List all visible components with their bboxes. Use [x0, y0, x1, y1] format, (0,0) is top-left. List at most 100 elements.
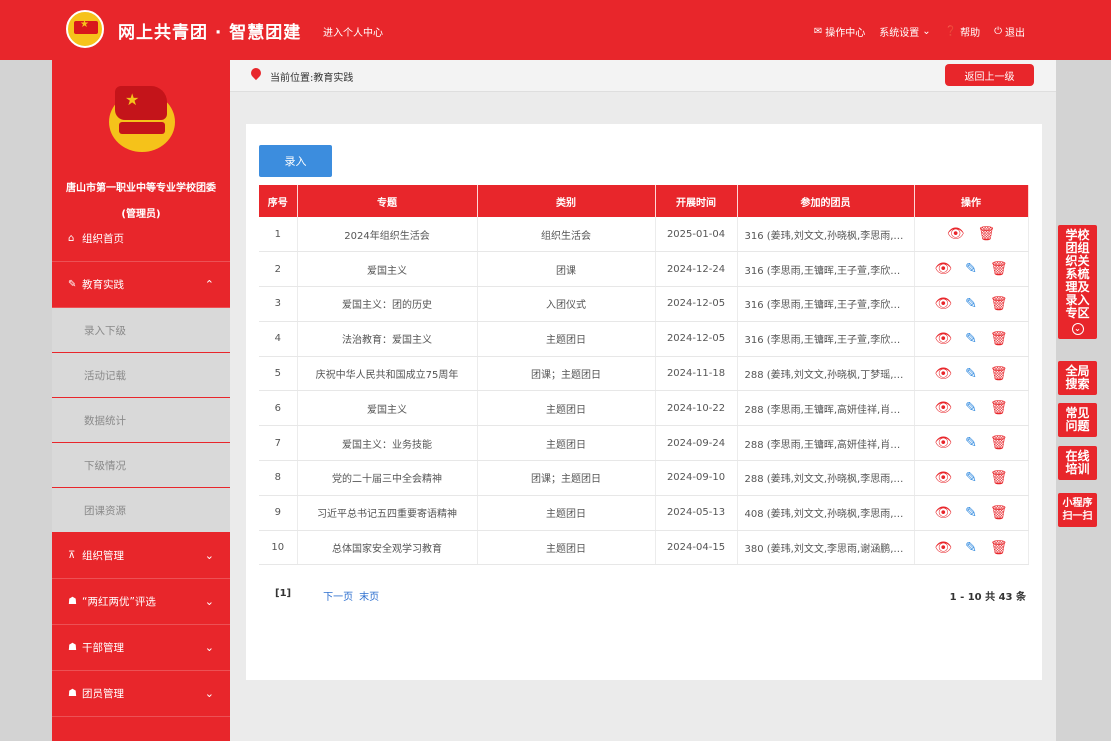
cell-category: 团课；主题团日 — [477, 460, 656, 496]
cell-date: 2024-12-05 — [655, 321, 738, 357]
cell-topic: 爱国主义 — [297, 251, 478, 288]
cell-topic: 爱国主义：团的历史 — [297, 286, 478, 322]
cell-category: 入团仪式 — [477, 286, 656, 322]
col-header-category: 类别 — [477, 185, 656, 217]
table-row: 4 法治教育：爱国主义 主题团日 2024-12-05 316 (李思雨,王镛晖,王子萱… — [259, 321, 1029, 357]
float-training-button[interactable]: 在线培训 — [1058, 446, 1097, 480]
cell-date: 2024-12-05 — [655, 286, 738, 322]
cell-actions: 👁 ✎ 🗑 — [914, 390, 1029, 427]
cell-date: 2024-09-24 — [655, 425, 738, 462]
col-header-date: 开展时间 — [655, 185, 738, 217]
edit-icon[interactable]: ✎ — [965, 366, 977, 382]
delete-trash-icon[interactable]: 🗑 — [990, 331, 1008, 347]
chevron-down-icon: ⌄ — [922, 26, 931, 37]
edit-icon[interactable]: ✎ — [965, 540, 977, 556]
view-eye-icon[interactable]: 👁 — [934, 331, 952, 347]
sidebar-subitem-stats[interactable]: 数据统计 — [52, 398, 230, 443]
league-logo: ★ — [66, 10, 104, 48]
view-eye-icon[interactable]: 👁 — [934, 470, 952, 486]
sidebar-item-home[interactable]: ⌂ 组织首页 — [52, 216, 230, 262]
system-settings-menu[interactable]: 系统设置 ⌄ — [879, 24, 930, 39]
float-global-search-button[interactable]: 全局搜索 — [1058, 361, 1097, 395]
sidebar-subitem-entry[interactable]: 录入下级 — [52, 308, 230, 353]
delete-trash-icon[interactable]: 🗑 — [990, 296, 1008, 312]
edit-icon[interactable]: ✎ — [965, 505, 977, 521]
sidebar-item-cadres[interactable]: ☗ 干部管理 ⌄ — [52, 625, 230, 671]
delete-trash-icon[interactable]: 🗑 — [978, 226, 996, 242]
view-eye-icon[interactable]: 👁 — [934, 505, 952, 521]
view-eye-icon[interactable]: 👁 — [947, 226, 965, 242]
cell-category: 主题团日 — [477, 530, 656, 566]
cell-no: 7 — [259, 425, 298, 462]
edit-icon[interactable]: ✎ — [965, 331, 977, 347]
cell-topic: 法治教育：爱国主义 — [297, 321, 478, 357]
sitemap-icon: ⊼ — [68, 550, 76, 561]
personal-center-link[interactable]: 进入个人中心 — [323, 24, 383, 39]
cell-actions: 👁 ✎ 🗑 — [914, 321, 1029, 357]
sidebar-item-org[interactable]: ⊼ 组织管理 ⌄ — [52, 533, 230, 579]
edit-icon[interactable]: ✎ — [965, 400, 977, 416]
cell-topic: 总体国家安全观学习教育 — [297, 530, 478, 566]
cell-no: 6 — [259, 390, 298, 427]
sidebar-subitem-resources[interactable]: 团课资源 — [52, 488, 230, 533]
location-bar: 当前位置:教育实践 返回上一级 — [230, 60, 1056, 92]
cell-category: 团课 — [477, 251, 656, 288]
delete-trash-icon[interactable]: 🗑 — [990, 261, 1008, 277]
delete-trash-icon[interactable]: 🗑 — [990, 400, 1008, 416]
sidebar-subitem-subordinates[interactable]: 下级情况 — [52, 443, 230, 488]
view-eye-icon[interactable]: 👁 — [934, 400, 952, 416]
col-header-no: 序号 — [259, 185, 298, 217]
cell-actions: 👁 ✎ 🗑 — [914, 495, 1029, 531]
cell-members: 288 (李思雨,王镛晖,高妍佳祥,肖… — [737, 425, 915, 462]
float-faq-button[interactable]: 常见问题 — [1058, 403, 1097, 437]
cell-category: 主题团日 — [477, 495, 656, 531]
app-title: 网上共青团 · 智慧团建 — [118, 23, 302, 43]
float-org-relations-button[interactable]: 学校团组织关系梳理及录入专区 ⌄ — [1058, 225, 1097, 339]
cell-date: 2025-01-04 — [655, 217, 738, 253]
content-panel: 录入 序号 专题 类别 开展时间 参加的团员 操作 1 2024年组织生活会 组织生… — [246, 124, 1042, 680]
table-row: 2 爱国主义 团课 2024-12-24 316 (李思雨,王镛晖,王子萱,李欣… 👁 ✎ 🗑 — [259, 251, 1029, 288]
users-icon: ☗ — [68, 642, 77, 653]
power-icon: ⏻ — [994, 26, 1002, 37]
view-eye-icon[interactable]: 👁 — [934, 540, 952, 556]
sidebar-subitem-activity[interactable]: 活动记载 — [52, 353, 230, 398]
table-header-row: 序号 专题 类别 开展时间 参加的团员 操作 — [259, 185, 1029, 217]
cell-members: 316 (李思雨,王镛晖,王子萱,李欣… — [737, 286, 915, 322]
delete-trash-icon[interactable]: 🗑 — [990, 366, 1008, 382]
view-eye-icon[interactable]: 👁 — [934, 366, 952, 382]
cell-members: 316 (李思雨,王镛晖,王子萱,李欣… — [737, 321, 915, 357]
delete-trash-icon[interactable]: 🗑 — [990, 505, 1008, 521]
cell-actions: 👁 ✎ 🗑 — [914, 425, 1029, 462]
last-page-link[interactable]: 末页 — [359, 588, 379, 603]
table-row: 10 总体国家安全观学习教育 主题团日 2024-04-15 380 (姜玮,刘文文,李… — [259, 530, 1029, 566]
cell-no: 5 — [259, 356, 298, 392]
table-row: 8 党的二十届三中全会精神 团课；主题团日 2024-09-10 288 (姜玮,刘文文… — [259, 460, 1029, 496]
view-eye-icon[interactable]: 👁 — [934, 435, 952, 451]
back-button[interactable]: 返回上一级 — [945, 64, 1034, 86]
edit-icon[interactable]: ✎ — [965, 261, 977, 277]
cell-actions: 👁 ✎ 🗑 — [914, 251, 1029, 288]
sidebar-item-education[interactable]: ✎ 教育实践 ⌃ — [52, 262, 230, 308]
edit-icon[interactable]: ✎ — [965, 470, 977, 486]
edit-icon[interactable]: ✎ — [965, 296, 977, 312]
cell-date: 2024-10-22 — [655, 390, 738, 427]
next-page-link[interactable]: 下一页 — [323, 588, 353, 603]
sidebar-item-awards[interactable]: ☗ “两红两优”评选 ⌄ — [52, 579, 230, 625]
delete-trash-icon[interactable]: 🗑 — [990, 540, 1008, 556]
help-link[interactable]: ❓ 帮助 — [945, 24, 980, 39]
view-eye-icon[interactable]: 👁 — [934, 296, 952, 312]
breadcrumb: 当前位置:教育实践 — [270, 73, 354, 84]
table-row: 1 2024年组织生活会 组织生活会 2025-01-04 316 (姜玮,刘文文,孙晓… — [259, 217, 1029, 253]
edit-icon[interactable]: ✎ — [965, 435, 977, 451]
cell-no: 9 — [259, 495, 298, 531]
add-button[interactable]: 录入 — [259, 145, 332, 177]
logout-link[interactable]: ⏻ 退出 — [994, 24, 1025, 39]
view-eye-icon[interactable]: 👁 — [934, 261, 952, 277]
league-emblem: ★ — [105, 82, 179, 156]
float-miniprogram-button[interactable]: 小程序扫一扫 — [1058, 493, 1097, 527]
operation-center-link[interactable]: ✉ 操作中心 — [814, 24, 865, 39]
chevron-up-icon: ⌃ — [204, 278, 214, 291]
sidebar-item-members[interactable]: ☗ 团员管理 ⌄ — [52, 671, 230, 717]
delete-trash-icon[interactable]: 🗑 — [990, 435, 1008, 451]
delete-trash-icon[interactable]: 🗑 — [990, 470, 1008, 486]
